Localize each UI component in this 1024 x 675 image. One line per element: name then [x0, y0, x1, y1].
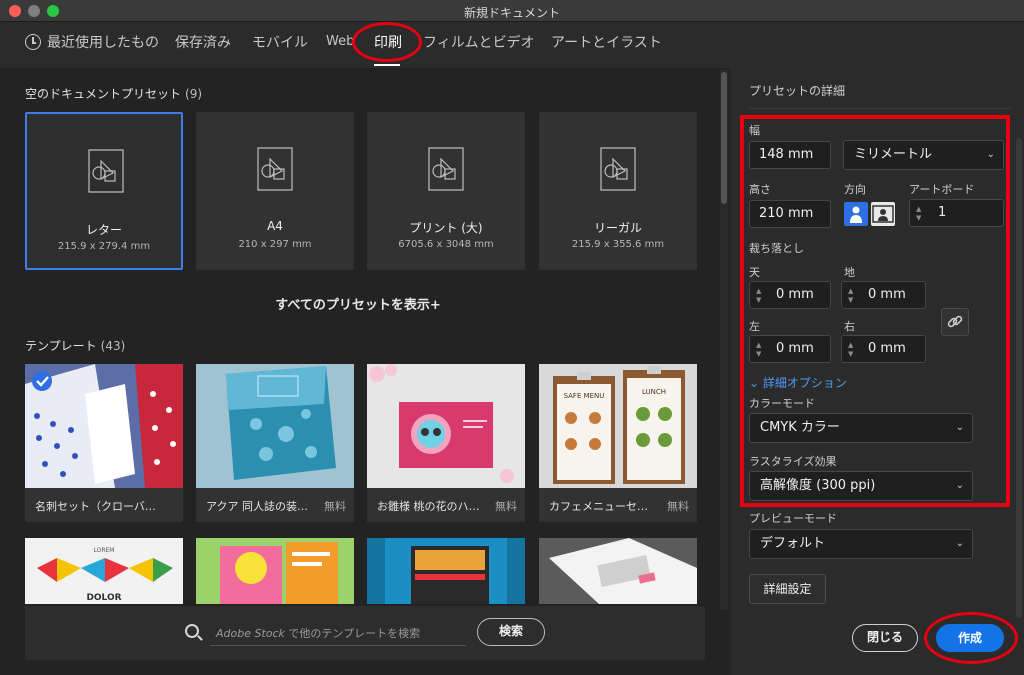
template-card-business-card[interactable]: 名刺セット（クローバ… — [25, 364, 183, 522]
template-card-web-layout[interactable] — [539, 538, 697, 604]
tab-recent[interactable]: 最近使用したもの — [47, 32, 159, 52]
presets-heading: 空のドキュメントプリセット (9) — [25, 87, 203, 101]
preview-mode-label: プレビューモード — [749, 512, 837, 525]
active-tab-indicator — [374, 64, 400, 66]
template-card-cafe-menu[interactable]: SAFE MENU LUNCH カフェメニューセ… 無料 — [539, 364, 697, 522]
template-thumbnail: LOREM DOLOR — [25, 538, 183, 604]
search-icon — [185, 624, 199, 638]
preset-size: 215.9 x 279.4 mm — [57, 241, 151, 252]
preset-name: プリント (大) — [409, 221, 483, 235]
tab-film-video[interactable]: フィルムとビデオ — [423, 32, 534, 52]
preset-name: リーガル — [593, 221, 642, 235]
tab-art-illustration[interactable]: アートとイラスト — [551, 32, 662, 52]
thumb-text-safe-menu: SAFE MENU — [564, 392, 605, 400]
template-thumbnail: SAFE MENU LUNCH — [539, 364, 697, 488]
divider — [749, 108, 1011, 109]
templates-scrollbar[interactable] — [720, 70, 728, 610]
template-card-school-festival[interactable] — [367, 538, 525, 604]
preset-name: レター — [85, 223, 122, 237]
close-button[interactable]: 閉じる — [852, 624, 918, 652]
template-caption: お雛様 桃の花のハ… 無料 — [377, 500, 517, 513]
annotation-circle-create-button — [924, 612, 1018, 664]
preset-card-legal[interactable]: リーガル 215.9 x 355.6 mm — [539, 112, 697, 270]
left-panel: 空のドキュメントプリセット (9) レター 215.9 x 279.4 mm A4… — [0, 68, 716, 675]
template-thumbnail — [25, 364, 183, 488]
preset-size: 210 x 297 mm — [238, 239, 312, 250]
template-thumbnail — [367, 364, 525, 488]
scrollbar-thumb[interactable] — [721, 72, 727, 204]
tab-mobile[interactable]: モバイル — [252, 32, 308, 52]
template-thumbnail — [367, 538, 525, 604]
preset-card-a4[interactable]: A4 210 x 297 mm — [196, 112, 354, 270]
free-badge: 無料 — [324, 500, 346, 513]
template-card-aqua-doujinshi[interactable]: アクア 同人誌の装… 無料 — [196, 364, 354, 522]
template-caption: カフェメニューセ… 無料 — [549, 500, 689, 513]
tab-saved[interactable]: 保存済み — [175, 32, 231, 52]
templates-heading: テンプレート (43) — [25, 339, 126, 353]
preview-mode-dropdown[interactable]: デフォルト ⌄ — [749, 529, 973, 559]
annotation-circle-print-tab — [352, 22, 422, 62]
document-preset-icon — [88, 149, 124, 193]
template-card-colorful-flyer[interactable] — [196, 538, 354, 604]
show-all-presets-link[interactable]: すべてのプリセットを表示+ — [0, 294, 716, 313]
thumb-text-lorem: LOREM — [94, 547, 115, 554]
search-button[interactable]: 検索 — [477, 618, 545, 646]
template-card-hina-peach[interactable]: お雛様 桃の花のハ… 無料 — [367, 364, 525, 522]
document-preset-icon — [428, 147, 464, 191]
title-bar: 新規ドキュメント — [0, 0, 1024, 22]
free-badge: 無料 — [667, 500, 689, 513]
template-caption: アクア 同人誌の装… 無料 — [206, 500, 346, 513]
preset-card-letter[interactable]: レター 215.9 x 279.4 mm — [25, 112, 183, 270]
clock-icon — [25, 34, 41, 50]
preset-size: 6705.6 x 3048 mm — [398, 239, 494, 250]
document-preset-icon — [600, 147, 636, 191]
advanced-settings-button[interactable]: 詳細設定 — [749, 574, 826, 604]
template-caption: 名刺セット（クローバ… — [35, 500, 156, 513]
preset-card-print-large[interactable]: プリント (大) 6705.6 x 3048 mm — [367, 112, 525, 270]
preset-name: A4 — [267, 219, 283, 233]
chevron-down-icon: ⌄ — [955, 538, 964, 549]
stock-search-input[interactable]: Adobe Stock で他のテンプレートを検索 — [210, 618, 466, 646]
annotation-rectangle-details — [740, 115, 1010, 507]
thumb-text-lunch: LUNCH — [642, 388, 666, 396]
template-thumbnail — [196, 364, 354, 488]
document-preset-icon — [257, 147, 293, 191]
free-badge: 無料 — [495, 500, 517, 513]
preset-size: 215.9 x 355.6 mm — [571, 239, 665, 250]
template-card-lorem-dolor[interactable]: LOREM DOLOR — [25, 538, 183, 604]
details-scrollbar[interactable] — [1016, 138, 1022, 618]
tab-web[interactable]: Web — [326, 34, 354, 49]
category-tab-bar: 最近使用したもの 保存済み モバイル Web 印刷 フィルムとビデオ アートとイ… — [0, 22, 1024, 68]
template-thumbnail — [539, 538, 697, 604]
window-title: 新規ドキュメント — [463, 6, 560, 20]
stock-search-bar: Adobe Stock で他のテンプレートを検索 検索 — [25, 606, 705, 660]
thumb-text-dolor: DOLOR — [86, 593, 121, 603]
preset-details-title: プリセットの詳細 — [749, 84, 846, 98]
template-thumbnail — [196, 538, 354, 604]
